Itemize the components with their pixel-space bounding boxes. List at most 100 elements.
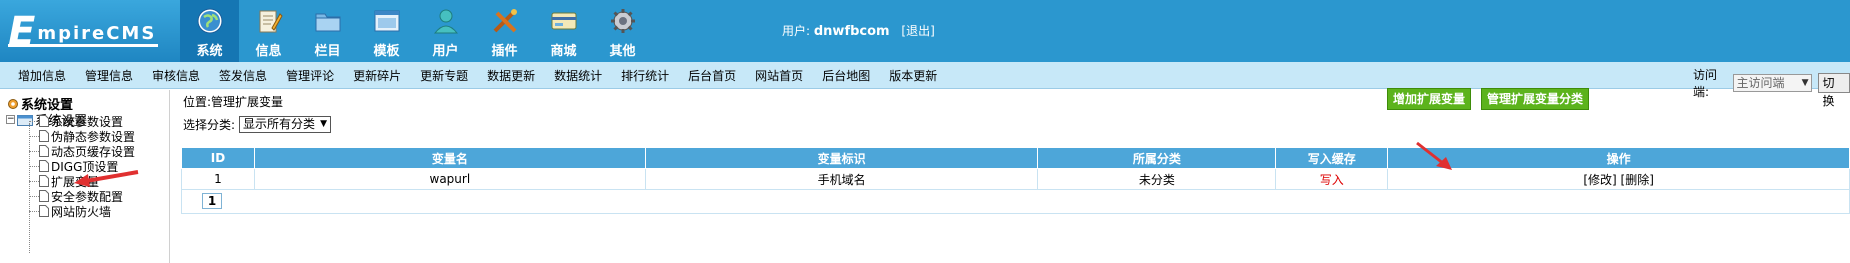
folder-icon xyxy=(315,13,340,32)
nav-label: 商城 xyxy=(550,44,577,59)
tree-connector xyxy=(29,210,39,212)
breadcrumb: 位置:管理扩展变量 xyxy=(183,93,283,110)
window-icon xyxy=(374,10,399,32)
cell-var-label: 手机域名 xyxy=(644,168,1039,190)
col-var-label: 变量标识 xyxy=(644,147,1039,169)
logo-area: EmpireCMS xyxy=(0,0,180,62)
filter-label: 选择分类: xyxy=(183,118,236,132)
user-info: 用户: dnwfbcom [退出] xyxy=(782,22,935,39)
nav-label: 其他 xyxy=(609,44,636,59)
col-cache: 写入缓存 xyxy=(1275,147,1389,169)
cell-cache[interactable]: 写入 xyxy=(1275,168,1389,190)
pagination-bar: 1 xyxy=(181,190,1850,214)
col-var-name: 变量名 xyxy=(253,147,646,169)
breadcrumb-link[interactable]: 管理扩展变量 xyxy=(211,95,283,109)
tree-item[interactable]: 安全参数配置 xyxy=(29,189,123,204)
edit-link[interactable]: [修改] xyxy=(1583,173,1616,187)
page-icon xyxy=(39,160,49,172)
sub-menu-items: 增加信息 管理信息 审核信息 签发信息 管理评论 更新碎片 更新专题 数据更新 … xyxy=(18,62,956,89)
logo-letter: E xyxy=(8,9,38,55)
submenu-item[interactable]: 更新碎片 xyxy=(353,67,401,84)
tree-connector xyxy=(29,180,39,182)
access-label: 访问端: xyxy=(1693,68,1718,99)
access-switcher: 访问端: 主访问端 ▼ 切换 xyxy=(1693,66,1850,108)
nav-shop[interactable]: 商城 xyxy=(534,0,593,62)
nav-info[interactable]: 信息 xyxy=(239,0,298,62)
user-icon xyxy=(433,9,458,34)
nav-template[interactable]: 模板 xyxy=(357,0,416,62)
submenu-item[interactable]: 管理信息 xyxy=(85,67,133,84)
col-category: 所属分类 xyxy=(1037,147,1277,169)
main-nav: 系统 信息 栏目 模板 用户 插件 商城 其他 xyxy=(180,0,652,62)
nav-user[interactable]: 用户 xyxy=(416,0,475,62)
access-select-value: 主访问端 xyxy=(1736,76,1785,90)
tree-connector xyxy=(29,165,39,167)
submenu-item[interactable]: 管理评论 xyxy=(286,67,334,84)
tree-connector xyxy=(29,150,39,152)
cell-actions: [修改] [删除] xyxy=(1387,168,1850,190)
submenu-item[interactable]: 增加信息 xyxy=(18,67,66,84)
submenu-item[interactable]: 数据更新 xyxy=(487,67,535,84)
table-row: 1 wapurl 手机域名 未分类 写入 [修改] [删除] xyxy=(181,168,1850,190)
category-select[interactable]: 显示所有分类 ▼ xyxy=(239,116,331,133)
nav-plugin[interactable]: 插件 xyxy=(475,0,534,62)
submenu-item[interactable]: 后台首页 xyxy=(688,67,736,84)
submenu-item[interactable]: 签发信息 xyxy=(219,67,267,84)
submenu-item[interactable]: 更新专题 xyxy=(420,67,468,84)
chevron-down-icon: ▼ xyxy=(320,119,327,129)
notepad-icon xyxy=(259,10,283,33)
tree-connector xyxy=(29,120,39,122)
collapse-icon[interactable]: − xyxy=(6,115,15,124)
gear-icon xyxy=(610,9,635,33)
page-icon xyxy=(39,145,49,157)
access-select[interactable]: 主访问端 ▼ xyxy=(1732,74,1812,92)
ext-var-table: ID 变量名 变量标识 所属分类 写入缓存 操作 1 wapurl 手机域名 未… xyxy=(181,147,1850,190)
page-icon xyxy=(39,175,49,187)
nav-system[interactable]: 系统 xyxy=(180,0,239,62)
annotation-arrow-actions xyxy=(1416,141,1452,170)
settings-icon xyxy=(8,98,18,109)
tree-item[interactable]: 动态页缓存设置 xyxy=(29,144,135,159)
col-id: ID xyxy=(181,147,255,169)
logo-underline xyxy=(8,44,158,47)
col-actions: 操作 xyxy=(1387,147,1850,169)
logo-text: mpireCMS xyxy=(37,23,157,44)
card-icon xyxy=(551,12,576,30)
tree-item[interactable]: 伪静态参数设置 xyxy=(29,129,135,144)
nav-other[interactable]: 其他 xyxy=(593,0,652,62)
table-header-row: ID 变量名 变量标识 所属分类 写入缓存 操作 xyxy=(181,147,1850,169)
manage-ext-var-category-button[interactable]: 管理扩展变量分类 xyxy=(1481,88,1590,110)
tree-item[interactable]: 系统参数设置 xyxy=(29,114,123,129)
switch-button[interactable]: 切换 xyxy=(1817,73,1850,108)
cell-id: 1 xyxy=(181,168,255,190)
nav-label: 用户 xyxy=(432,44,459,59)
user-label: 用户: xyxy=(782,24,811,38)
nav-column[interactable]: 栏目 xyxy=(298,0,357,62)
nav-label: 信息 xyxy=(255,44,282,59)
tools-icon xyxy=(493,9,517,33)
page-number[interactable]: 1 xyxy=(202,193,222,209)
delete-link[interactable]: [删除] xyxy=(1621,173,1654,187)
category-filter: 选择分类: 显示所有分类 ▼ xyxy=(183,116,331,133)
page-icon xyxy=(39,190,49,202)
submenu-item[interactable]: 审核信息 xyxy=(152,67,200,84)
page-icon xyxy=(39,115,49,127)
cell-category: 未分类 xyxy=(1037,168,1277,190)
tree-item[interactable]: 网站防火墙 xyxy=(29,204,112,219)
cell-var-name: wapurl xyxy=(253,168,646,190)
submenu-item[interactable]: 排行统计 xyxy=(621,67,669,84)
submenu-item[interactable]: 版本更新 xyxy=(889,67,937,84)
add-ext-var-button[interactable]: 增加扩展变量 xyxy=(1387,88,1472,110)
category-select-value: 显示所有分类 xyxy=(243,117,316,131)
nav-label: 系统 xyxy=(196,44,223,59)
page-icon xyxy=(39,130,49,142)
nav-label: 模板 xyxy=(373,44,400,59)
submenu-item[interactable]: 后台地图 xyxy=(822,67,870,84)
logout-link[interactable]: [退出] xyxy=(901,24,934,38)
submenu-item[interactable]: 数据统计 xyxy=(554,67,602,84)
tree-item-label: 网站防火墙 xyxy=(51,204,112,219)
tree-connector xyxy=(29,135,39,137)
breadcrumb-label: 位置: xyxy=(183,95,212,109)
top-header: EmpireCMS 系统 信息 栏目 模板 用户 插件 商城 其他 用户: dn… xyxy=(0,0,1850,62)
submenu-item[interactable]: 网站首页 xyxy=(755,67,803,84)
